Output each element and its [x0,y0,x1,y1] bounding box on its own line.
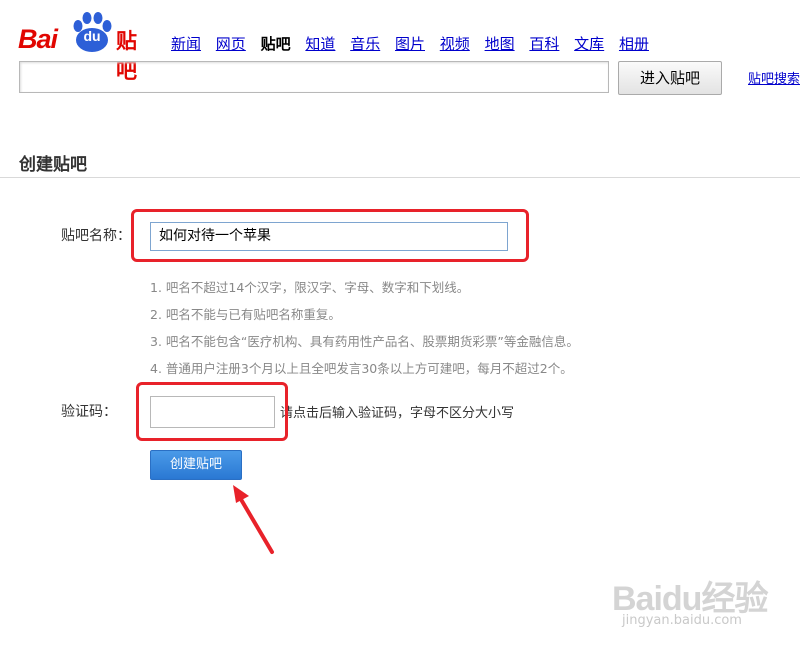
baidu-tieba-logo[interactable]: Bai du 贴吧 [18,11,153,83]
nav-item-map[interactable]: 地图 [485,35,515,53]
captcha-highlight-box [136,382,288,441]
nav-item-zhidao[interactable]: 知道 [305,35,335,53]
search-input[interactable] [19,61,609,93]
name-highlight-box [131,209,529,262]
captcha-hint: 请点击后输入验证码，字母不区分大小写 [280,406,515,421]
nav-item-video[interactable]: 视频 [440,35,470,53]
nav-item-images[interactable]: 图片 [395,35,425,53]
paw-icon: du [68,11,116,53]
page-title: 创建贴吧 [19,155,87,175]
section-divider [0,177,800,178]
logo-du-text: du [83,28,101,44]
rule-item: 3. 吧名不能包含“医疗机构、具有药用性产品名、股票期货彩票”等金融信息。 [150,334,579,349]
logo-bai-text: Bai [18,24,58,54]
captcha-label: 验证码： [61,404,117,420]
name-rules-list: 1. 吧名不超过14个汉字，限汉字、字母、数字和下划线。 2. 吧名不能与已有贴… [150,274,579,382]
nav-item-baike[interactable]: 百科 [529,35,559,53]
tieba-name-label: 贴吧名称： [61,228,131,244]
rule-item: 2. 吧名不能与已有贴吧名称重复。 [150,307,341,322]
nav-item-album[interactable]: 相册 [619,35,649,53]
red-arrow-icon [233,485,274,554]
rule-item: 4. 普通用户注册3个月以上且全吧发言30条以上方可建吧，每月不超过2个。 [150,361,573,376]
tieba-search-link[interactable]: 贴吧搜索 [748,68,800,87]
nav-item-web[interactable]: 网页 [216,35,246,53]
enter-tieba-button[interactable]: 进入贴吧 [618,61,722,95]
nav-item-music[interactable]: 音乐 [350,35,380,53]
baidu-jingyan-watermark: Baidu经验 jingyan.baidu.com [612,563,792,635]
create-tieba-button[interactable]: 创建贴吧 [150,450,242,480]
nav-item-wenku[interactable]: 文库 [574,35,604,53]
nav-item-tieba-current[interactable]: 贴吧 [261,35,291,53]
top-nav: 新闻 网页 贴吧 知道 音乐 图片 视频 地图 百科 文库 相册 [171,33,659,54]
rule-item: 1. 吧名不超过14个汉字，限汉字、字母、数字和下划线。 [150,280,470,295]
watermark-url: jingyan.baidu.com [622,613,742,628]
nav-item-news[interactable]: 新闻 [171,35,201,53]
